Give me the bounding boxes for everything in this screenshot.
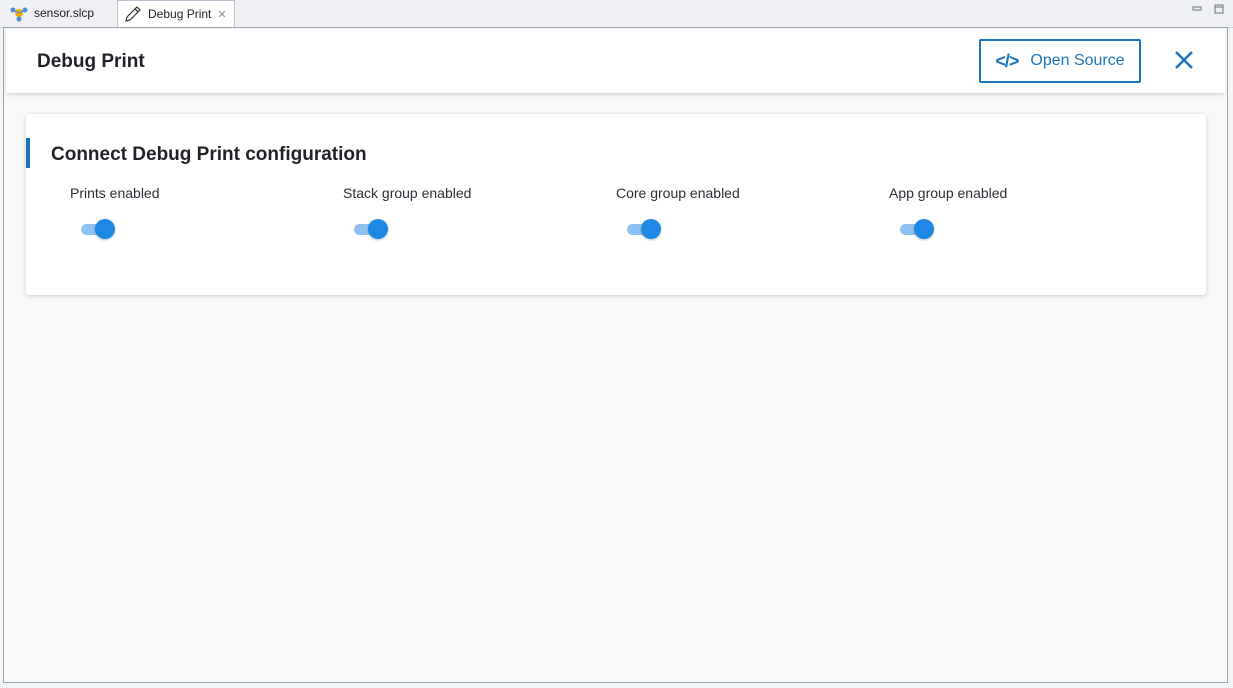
prints-enabled-setting: Prints enabled [70, 185, 270, 239]
component-icon [8, 3, 30, 23]
open-source-button[interactable]: </> Open Source [979, 39, 1141, 83]
toggle-label: App group enabled [889, 185, 1008, 201]
tab-label: Debug Print [148, 7, 212, 21]
core-group-toggle[interactable] [627, 219, 661, 239]
tab-label: sensor.slcp [34, 6, 95, 20]
card-title: Connect Debug Print configuration [51, 144, 367, 165]
app-group-setting: App group enabled [889, 185, 1089, 239]
config-card: Connect Debug Print configuration Prints… [26, 114, 1206, 295]
stack-group-toggle[interactable] [354, 219, 388, 239]
core-group-setting: Core group enabled [616, 185, 816, 239]
prints-enabled-toggle[interactable] [81, 219, 115, 239]
tab-sensor-slcp[interactable]: sensor.slcp [4, 0, 114, 26]
editor-tab-bar: sensor.slcp Debug Print ✕ [0, 0, 1233, 28]
open-source-label: Open Source [1030, 52, 1125, 69]
page-title: Debug Print [37, 51, 145, 72]
stack-group-setting: Stack group enabled [343, 185, 543, 239]
app-group-toggle[interactable] [900, 219, 934, 239]
card-accent-bar [26, 138, 30, 168]
tab-close-icon[interactable]: ✕ [217, 8, 226, 21]
code-icon: </> [995, 50, 1019, 71]
tab-debug-print[interactable]: Debug Print ✕ [117, 0, 235, 27]
editor-area: Debug Print </> Open Source Connect Debu… [3, 27, 1228, 683]
pencil-icon [122, 4, 144, 24]
toggle-label: Core group enabled [616, 185, 740, 201]
minimize-icon[interactable] [1191, 3, 1203, 15]
page-header: Debug Print </> Open Source [6, 29, 1225, 93]
window-controls [1191, 3, 1225, 15]
maximize-icon[interactable] [1213, 3, 1225, 15]
toggle-label: Stack group enabled [343, 185, 472, 201]
close-icon[interactable] [1169, 45, 1199, 75]
toggle-label: Prints enabled [70, 185, 160, 201]
